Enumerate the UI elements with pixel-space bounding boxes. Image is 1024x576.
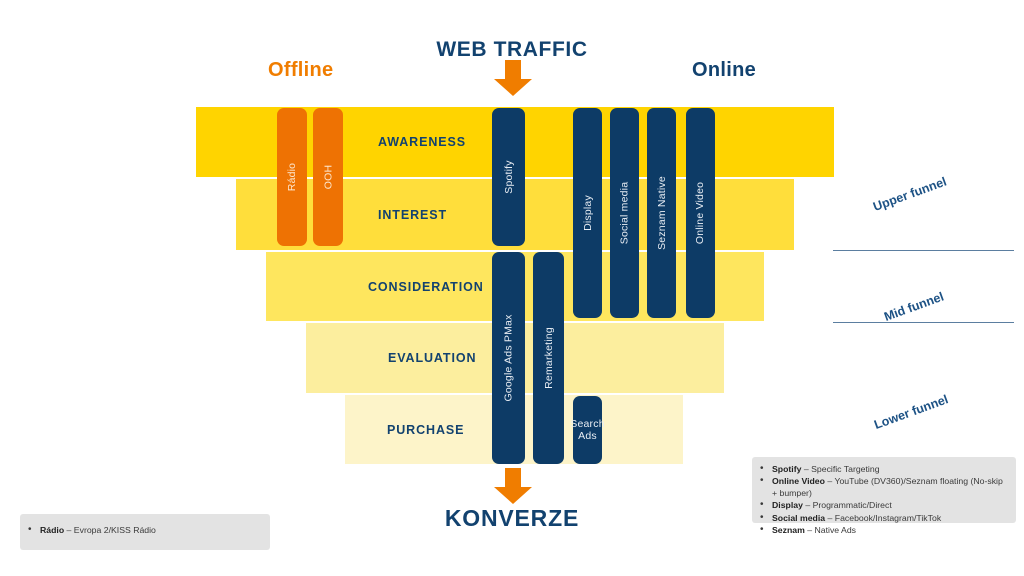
channel-pill[interactable]: OOH <box>313 108 343 246</box>
note-description: – Specific Targeting <box>801 464 880 474</box>
arrow-down-icon-bottom <box>494 468 532 504</box>
channel-pill-label: Social media <box>618 181 631 245</box>
funnel-stage-label: INTEREST <box>378 207 448 222</box>
channel-pill-label: Rádio <box>286 162 298 192</box>
note-list-item: Rádio – Evropa 2/KISS Rádio <box>26 524 260 536</box>
funnel-stage-label: CONSIDERATION <box>368 279 484 294</box>
channel-pill-label: Seznam Native <box>655 176 668 250</box>
funnel-section-divider <box>833 250 1014 251</box>
channel-pill[interactable]: Seznam Native <box>647 108 676 318</box>
web-traffic-title: WEB TRAFFIC <box>436 38 588 61</box>
offline-channels-note-box: Rádio – Evropa 2/KISS Rádio <box>20 514 270 550</box>
online-channels-note-list: Spotify – Specific TargetingOnline Video… <box>758 463 1006 536</box>
funnel-section-tag: Lower funnel <box>872 392 951 432</box>
note-term: Display <box>772 500 803 511</box>
arrow-head <box>494 79 532 96</box>
note-list-item: Spotify – Specific Targeting <box>758 463 1006 475</box>
note-term: Spotify <box>772 464 802 474</box>
funnel-section-tag: Mid funnel <box>882 289 946 324</box>
note-description: – Evropa 2/KISS Rádio <box>64 525 156 535</box>
note-term: Rádio <box>40 525 65 535</box>
channel-pill[interactable]: Rádio <box>277 108 307 246</box>
note-term: Seznam <box>772 525 805 536</box>
funnel-section-divider <box>833 322 1014 323</box>
channel-pill-label: Google Ads PMax <box>502 314 515 402</box>
funnel-stage-label: EVALUATION <box>388 351 477 365</box>
offline-title: Offline <box>268 59 334 81</box>
channel-pill[interactable]: Social media <box>610 108 639 318</box>
online-title: Online <box>692 59 757 81</box>
note-list-item: Online Video – YouTube (DV360)/Seznam fl… <box>758 475 1006 499</box>
online-channels-note-box: Spotify – Specific TargetingOnline Video… <box>752 457 1016 536</box>
note-term: Social media <box>772 512 826 523</box>
channel-pill-label: Spotify <box>502 160 515 194</box>
arrow-shaft <box>505 468 521 488</box>
slide-canvas: WEB TRAFFIC Offline Online AWARENESS INTE… <box>0 0 1024 576</box>
arrow-shaft <box>505 60 521 80</box>
channel-pill[interactable]: Display <box>573 108 602 318</box>
channel-pill[interactable]: Remarketing <box>533 252 564 464</box>
note-term: Online Video <box>772 476 825 487</box>
funnel-stage-label: PURCHASE <box>387 422 465 437</box>
offline-channels-note-list: Rádio – Evropa 2/KISS Rádio <box>26 524 260 536</box>
arrow-down-icon-top <box>494 60 532 96</box>
note-list-item: Seznam – Native Ads <box>758 524 1006 536</box>
channel-pill-label: Display <box>581 195 594 231</box>
channel-pill[interactable]: Spotify <box>492 108 525 246</box>
channel-pill-label: Online Video <box>694 181 707 245</box>
note-list-item: Social media – Facebook/Instagram/TikTok <box>758 512 1006 524</box>
note-description: – Programmatic/Direct <box>802 500 892 511</box>
channel-pill[interactable]: Google Ads PMax <box>492 252 525 464</box>
funnel-section-tag: Upper funnel <box>871 174 949 214</box>
channel-pill[interactable]: Online Video <box>686 108 715 318</box>
arrow-head <box>494 487 532 504</box>
channel-pill[interactable]: Search Ads <box>570 396 605 464</box>
funnel-stage-label: AWARENESS <box>378 135 466 149</box>
channel-pill-label: Remarketing <box>542 327 555 389</box>
channel-pill-label: Search Ads <box>570 418 605 442</box>
note-description: – Native Ads <box>804 525 857 536</box>
channel-pill-label: OOH <box>322 164 334 190</box>
note-description: – Facebook/Instagram/TikTok <box>825 512 942 523</box>
note-list-item: Display – Programmatic/Direct <box>758 499 1006 511</box>
